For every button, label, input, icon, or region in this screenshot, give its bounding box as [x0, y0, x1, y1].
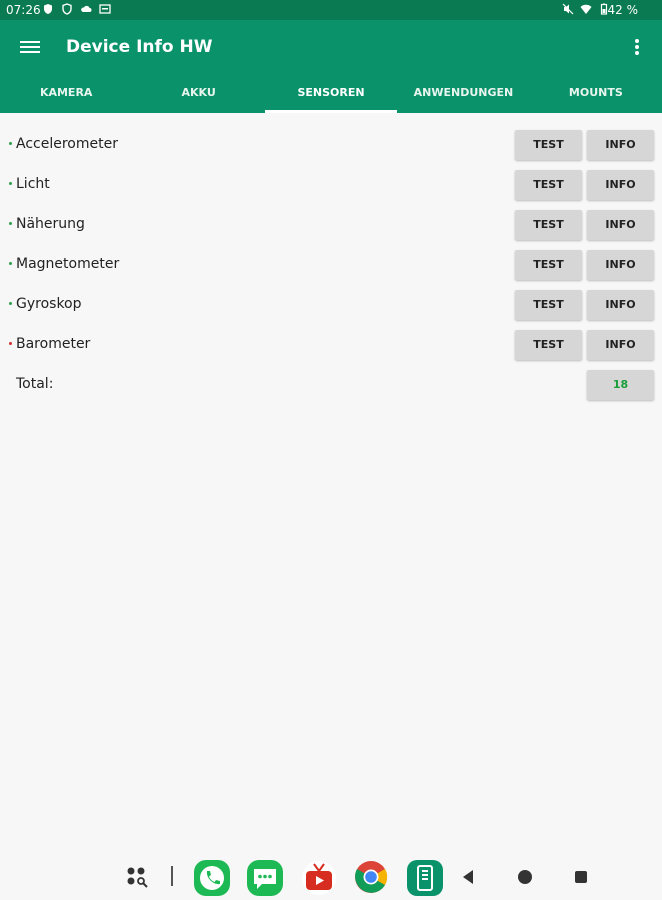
test-button[interactable]: TEST [515, 250, 582, 280]
sensor-row-magnetometer: Magnetometer TEST INFO [0, 247, 662, 287]
home-icon[interactable] [516, 868, 534, 886]
total-row: Total: 18 [0, 367, 662, 407]
tab-mounts[interactable]: MOUNTS [530, 80, 662, 113]
tab-anwendungen[interactable]: ANWENDUNGEN [397, 80, 529, 113]
test-button[interactable]: TEST [515, 130, 582, 160]
overflow-menu-icon[interactable] [632, 38, 642, 56]
status-dot [9, 142, 12, 145]
status-time: 07:26 [6, 3, 41, 17]
cloud-icon [81, 5, 92, 12]
sensor-name: Licht [16, 176, 50, 192]
test-button[interactable]: TEST [515, 170, 582, 200]
status-dot [9, 342, 12, 345]
status-dot [9, 222, 12, 225]
status-bar: 07:26 42 % [0, 0, 662, 20]
test-button[interactable]: TEST [515, 210, 582, 240]
battery-percent: 42 % [607, 3, 639, 17]
sensor-name: Gyroskop [16, 296, 82, 312]
tab-kamera[interactable]: KAMERA [0, 80, 132, 113]
taskbar-divider [171, 866, 173, 886]
sensor-row-gyroskop: Gyroskop TEST INFO [0, 287, 662, 327]
shield-icon [44, 4, 52, 14]
info-button[interactable]: INFO [587, 170, 654, 200]
app-drawer-icon[interactable] [126, 866, 152, 890]
tab-sensoren[interactable]: SENSOREN [264, 80, 398, 113]
sensor-row-accelerometer: Accelerometer TEST INFO [0, 127, 662, 167]
info-button[interactable]: INFO [587, 250, 654, 280]
total-label: Total: [16, 376, 54, 392]
test-button[interactable]: TEST [515, 290, 582, 320]
tab-bar: KAMERA AKKU SENSOREN ANWENDUNGEN MOUNTS [0, 80, 662, 113]
info-button[interactable]: INFO [587, 130, 654, 160]
sensor-row-licht: Licht TEST INFO [0, 167, 662, 207]
sensor-name: Accelerometer [16, 136, 118, 152]
screen-icon [99, 4, 111, 14]
info-button[interactable]: INFO [587, 210, 654, 240]
app-bar: Device Info HW KAMERA AKKU SENSOREN ANWE… [0, 20, 662, 113]
tv-app-icon[interactable] [300, 860, 338, 896]
chrome-icon[interactable] [354, 860, 388, 894]
mute-icon [562, 3, 574, 15]
info-button[interactable]: INFO [587, 330, 654, 360]
device-info-icon[interactable] [407, 860, 443, 896]
vpn-shield-icon [62, 3, 72, 15]
test-button[interactable]: TEST [515, 330, 582, 360]
sensor-row-barometer: Barometer TEST INFO [0, 327, 662, 367]
hamburger-menu-icon[interactable] [20, 38, 40, 56]
sensor-name: Barometer [16, 336, 91, 352]
back-icon[interactable] [460, 868, 476, 886]
phone-icon[interactable] [193, 860, 231, 896]
sensor-name: Magnetometer [16, 256, 120, 272]
tab-akku[interactable]: AKKU [132, 80, 264, 113]
messages-icon[interactable] [246, 860, 284, 896]
sensor-list: Accelerometer TEST INFO Licht TEST INFO … [0, 127, 662, 407]
total-count: 18 [587, 370, 654, 400]
app-title: Device Info HW [66, 37, 213, 57]
status-dot [9, 182, 12, 185]
sensor-name: Näherung [16, 216, 85, 232]
info-button[interactable]: INFO [587, 290, 654, 320]
sensor-row-naeherung: Näherung TEST INFO [0, 207, 662, 247]
status-dot [9, 302, 12, 305]
recents-icon[interactable] [573, 869, 589, 885]
wifi-icon [580, 4, 592, 14]
status-dot [9, 262, 12, 265]
taskbar [0, 852, 662, 900]
